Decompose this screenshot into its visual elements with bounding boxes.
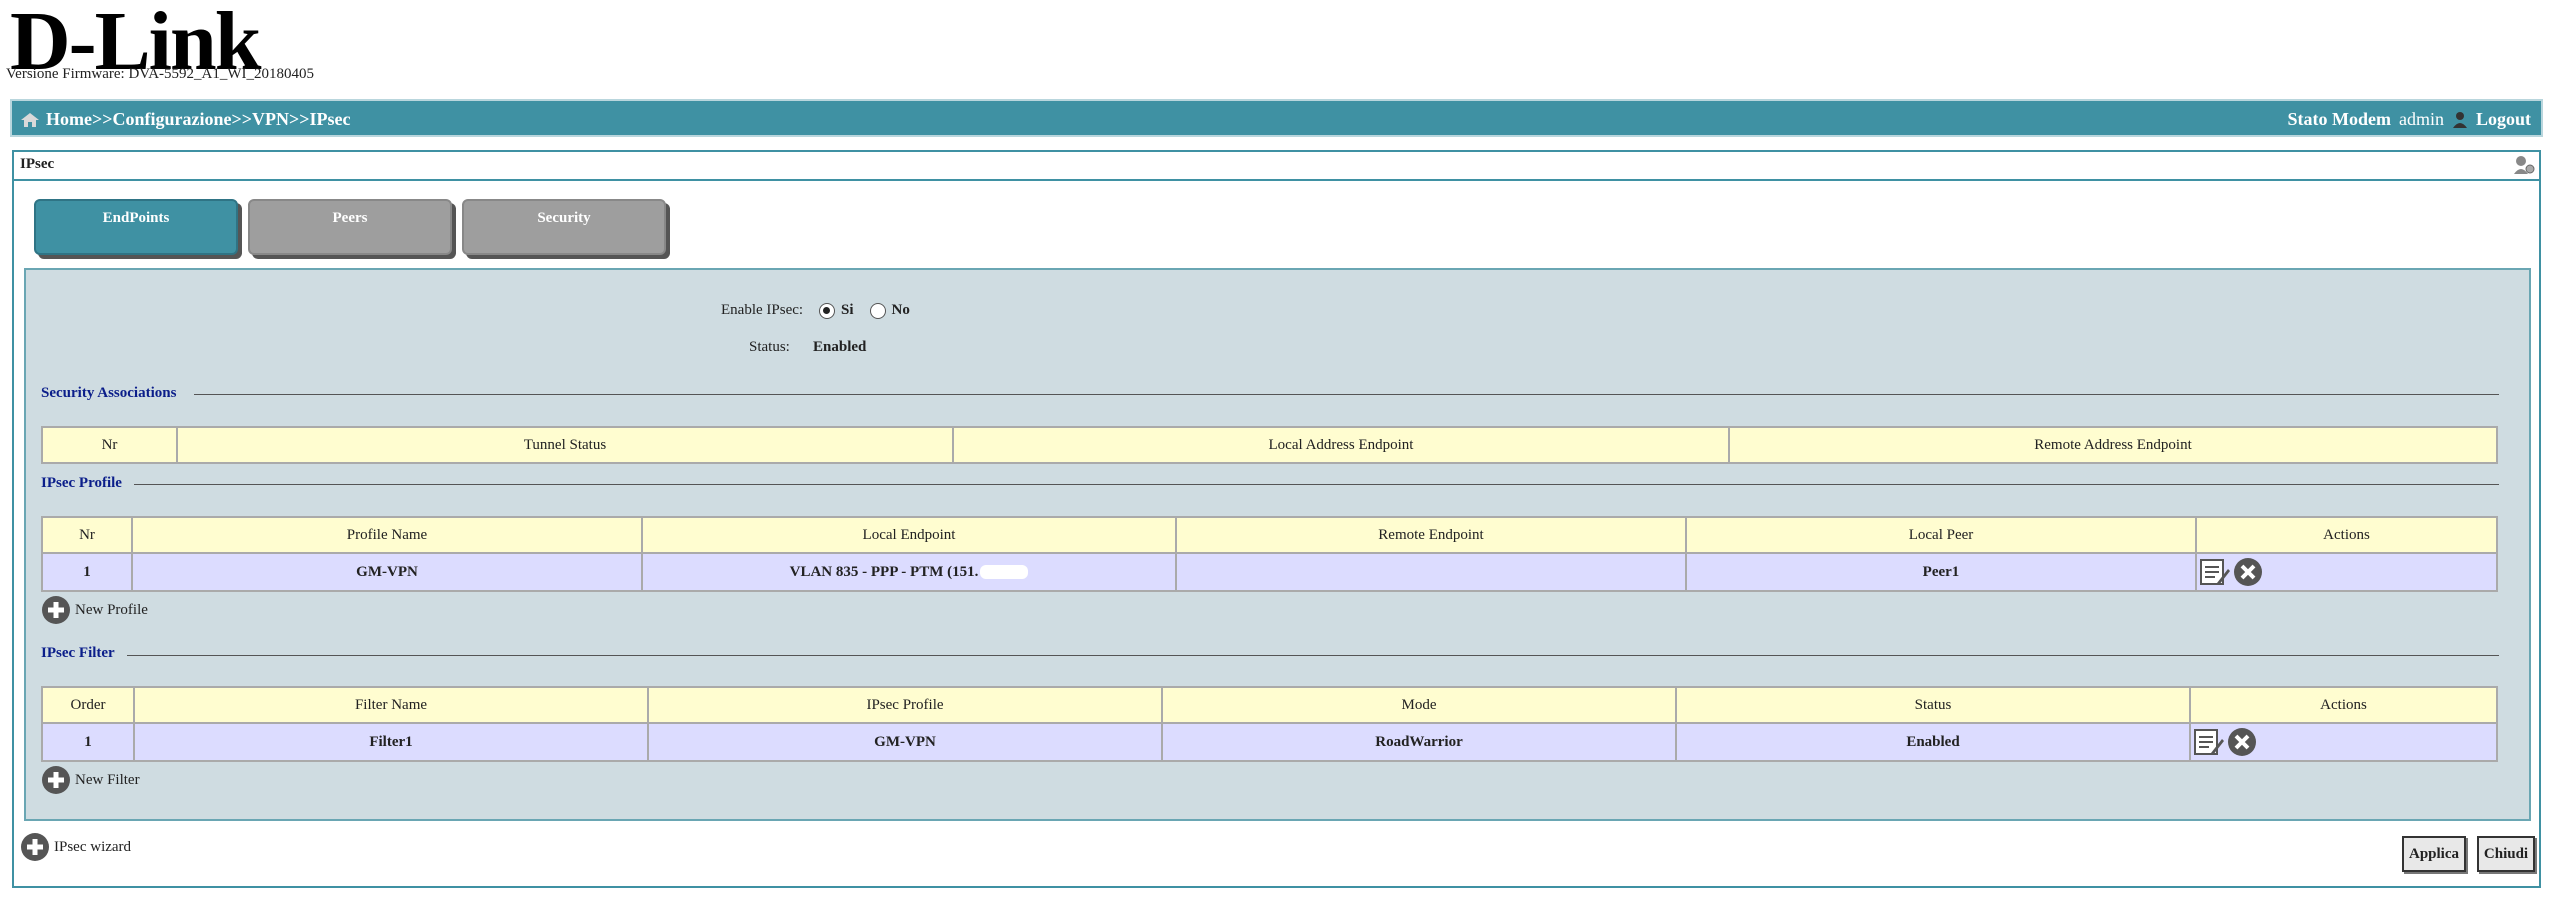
tab-endpoints[interactable]: EndPoints [34, 199, 238, 255]
col-actions: Actions [2189, 686, 2498, 724]
new-profile-label: New Profile [75, 601, 148, 618]
cell-remote-endpoint [1175, 552, 1687, 592]
home-icon[interactable] [20, 112, 40, 128]
cell-status: Enabled [1675, 722, 2191, 762]
status-value: Enabled [813, 339, 867, 355]
delete-icon[interactable] [2233, 557, 2263, 587]
row-actions [2193, 727, 2257, 757]
panel-title: IPsec [20, 156, 55, 172]
endpoints-content: Enable IPsec: Si No Status: Enabled Secu… [24, 268, 2531, 821]
col-status: Status [1675, 686, 2191, 724]
help-settings-icon[interactable] [2513, 155, 2535, 175]
table-header-row: Nr Profile Name Local Endpoint Remote En… [41, 516, 2498, 554]
cell-actions [2195, 552, 2498, 592]
add-icon [42, 766, 70, 794]
top-right: Stato Modem admin Logout [2288, 109, 2532, 130]
radio-si[interactable] [819, 302, 835, 319]
cell-filter-name: Filter1 [133, 722, 649, 762]
crumb-configurazione[interactable]: Configurazione [113, 109, 232, 130]
col-order: Order [41, 686, 135, 724]
redacted-mask [980, 565, 1029, 580]
table-header-row: Order Filter Name IPsec Profile Mode Sta… [41, 686, 2498, 724]
col-nr: Nr [41, 516, 133, 554]
close-button[interactable]: Chiudi [2477, 836, 2535, 872]
radio-no[interactable] [869, 302, 886, 319]
col-tunnel-status: Tunnel Status [176, 426, 954, 464]
cell-order: 1 [41, 722, 135, 762]
tab-peers[interactable]: Peers [248, 199, 452, 255]
logout-link[interactable]: Logout [2476, 109, 2531, 130]
section-divider [134, 484, 2499, 485]
crumb-ipsec[interactable]: IPsec [310, 109, 351, 130]
ipsec-profile-table: Nr Profile Name Local Endpoint Remote En… [41, 516, 2498, 592]
breadcrumb: Home >> Configurazione >> VPN >> IPsec [20, 109, 351, 130]
enable-ipsec-label: Enable IPsec: [721, 302, 804, 318]
ipsec-profile-title: IPsec Profile [41, 475, 122, 491]
cell-local-endpoint: VLAN 835 - PPP - PTM (151. [641, 552, 1177, 592]
table-row: 1 Filter1 GM-VPN RoadWarrior Enabled [41, 722, 2498, 762]
col-profile-name: Profile Name [131, 516, 643, 554]
delete-icon[interactable] [2227, 727, 2257, 757]
table-header-row: Nr Tunnel Status Local Address Endpoint … [41, 426, 2498, 464]
apply-button[interactable]: Applica [2402, 836, 2466, 872]
radio-si-label: Si [841, 302, 854, 318]
tab-security[interactable]: Security [462, 199, 666, 255]
col-remote-endpoint: Remote Endpoint [1175, 516, 1687, 554]
status-label: Status: [749, 339, 790, 355]
ipsec-wizard-label: IPsec wizard [54, 838, 132, 855]
col-filter-name: Filter Name [133, 686, 649, 724]
crumb-sep: >> [289, 109, 310, 129]
col-nr: Nr [41, 426, 178, 464]
col-local-address: Local Address Endpoint [952, 426, 1730, 464]
new-filter-label: New Filter [75, 771, 140, 788]
add-icon [42, 596, 70, 624]
cell-profile-name: GM-VPN [131, 552, 643, 592]
edit-icon[interactable] [2193, 727, 2225, 757]
add-icon [21, 833, 49, 861]
crumb-home[interactable]: Home [46, 109, 92, 130]
dlink-logo: D-Link® [10, 0, 261, 88]
section-divider [194, 394, 2499, 395]
cell-ipsec-profile: GM-VPN [647, 722, 1163, 762]
new-filter-button[interactable]: New Filter [41, 765, 140, 795]
cell-actions [2189, 722, 2498, 762]
radio-no-label: No [891, 302, 910, 318]
ipsec-panel: IPsec EndPoints Peers Security Enable IP… [12, 150, 2541, 888]
tab-bar: EndPoints Peers Security [34, 199, 666, 255]
ipsec-wizard-button[interactable]: IPsec wizard [20, 832, 131, 862]
ipsec-filter-title: IPsec Filter [41, 645, 115, 661]
username: admin [2398, 109, 2444, 129]
col-remote-address: Remote Address Endpoint [1728, 426, 2498, 464]
panel-divider [14, 179, 2539, 181]
cell-mode: RoadWarrior [1161, 722, 1677, 762]
edit-icon[interactable] [2199, 557, 2231, 587]
cell-nr: 1 [41, 552, 133, 592]
user-icon [2452, 111, 2467, 128]
col-mode: Mode [1161, 686, 1677, 724]
crumb-sep: >> [231, 109, 253, 129]
col-local-endpoint: Local Endpoint [641, 516, 1177, 554]
security-associations-table: Nr Tunnel Status Local Address Endpoint … [41, 426, 2498, 464]
new-profile-button[interactable]: New Profile [41, 595, 148, 625]
col-ipsec-profile: IPsec Profile [647, 686, 1163, 724]
table-row: 1 GM-VPN VLAN 835 - PPP - PTM (151. Peer… [41, 552, 2498, 592]
top-bar: Home >> Configurazione >> VPN >> IPsec S… [10, 99, 2543, 137]
cell-local-peer: Peer1 [1685, 552, 2197, 592]
ipsec-filter-table: Order Filter Name IPsec Profile Mode Sta… [41, 686, 2498, 762]
enable-ipsec-options: Si No [819, 302, 910, 319]
firmware-version: Versione Firmware: DVA-5592_A1_WI_201804… [6, 66, 315, 82]
col-local-peer: Local Peer [1685, 516, 2197, 554]
section-divider [127, 655, 2499, 656]
crumb-sep: >> [91, 109, 113, 129]
col-actions: Actions [2195, 516, 2498, 554]
crumb-vpn[interactable]: VPN [252, 109, 289, 130]
stato-modem-link[interactable]: Stato Modem [2288, 109, 2391, 130]
local-endpoint-text: VLAN 835 - PPP - PTM (151. [789, 563, 979, 580]
security-associations-title: Security Associations [41, 385, 177, 401]
row-actions [2199, 557, 2263, 587]
